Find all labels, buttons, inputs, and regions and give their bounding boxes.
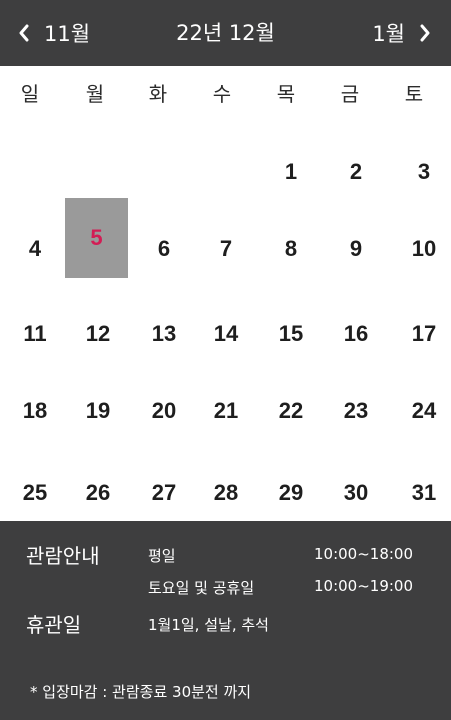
closed-days: 1월1일, 설날, 추석 [148,616,269,634]
calendar-day-1[interactable]: 1 [259,132,323,212]
calendar-day-12[interactable]: 12 [66,294,130,374]
calendar-day-18[interactable]: 18 [3,371,67,451]
calendar-day-7[interactable]: 7 [194,209,258,289]
weekday-label: 평일 [148,547,176,565]
calendar-day-24[interactable]: 24 [392,371,451,451]
weekend-label: 토요일 및 공휴일 [148,579,255,597]
calendar-day-21[interactable]: 21 [194,371,258,451]
hours-heading: 관람안내 [26,544,100,568]
calendar-grid: 1 2 3 4 5 6 7 8 9 10 11 12 13 14 15 16 17 18 19 20 21 22 23 24 2… [0,0,451,522]
calendar-day-10[interactable]: 10 [392,209,451,289]
calendar-day-22[interactable]: 22 [259,371,323,451]
weekday-hours: 10:00~18:00 [314,545,414,563]
calendar-day-8[interactable]: 8 [259,209,323,289]
calendar-day-16[interactable]: 16 [324,294,388,374]
info-panel: 관람안내 평일 10:00~18:00 토요일 및 공휴일 10:00~19:0… [0,521,451,720]
calendar-day-11[interactable]: 11 [3,294,67,374]
calendar-day-14[interactable]: 14 [194,294,258,374]
calendar-day-17[interactable]: 17 [392,294,451,374]
calendar-day-3[interactable]: 3 [392,132,451,212]
calendar-day-15[interactable]: 15 [259,294,323,374]
calendar-day-4[interactable]: 4 [3,209,67,289]
calendar-day-5-selected[interactable]: 5 [65,198,128,278]
closed-heading: 휴관일 [26,613,82,637]
calendar-day-23[interactable]: 23 [324,371,388,451]
weekend-hours: 10:00~19:00 [314,577,414,595]
calendar-day-2[interactable]: 2 [324,132,388,212]
calendar-day-19[interactable]: 19 [66,371,130,451]
calendar-day-9[interactable]: 9 [324,209,388,289]
calendar-day-13[interactable]: 13 [132,294,196,374]
calendar-day-6[interactable]: 6 [132,209,196,289]
entry-deadline-note: * 입장마감 : 관람종료 30분전 까지 [30,683,252,701]
calendar-day-20[interactable]: 20 [132,371,196,451]
